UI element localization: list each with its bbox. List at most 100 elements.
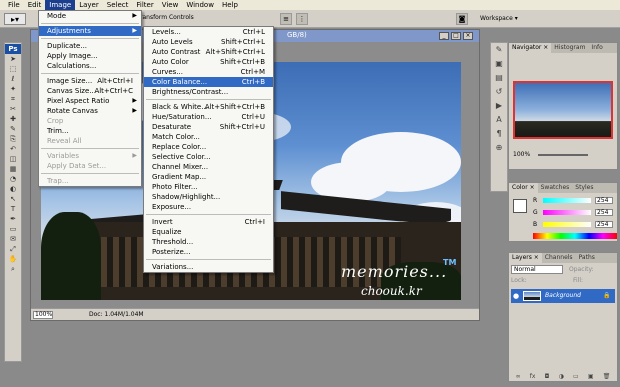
move-tool-icon[interactable]: ➤ [5, 54, 21, 64]
menu-item-replace-color[interactable]: Replace Color... [144, 142, 273, 152]
actions-icon[interactable]: ▶ [491, 99, 507, 113]
menu-item-adjustments[interactable]: Adjustments ▶ [39, 26, 141, 36]
workspace-dropdown[interactable]: Workspace ▾ [476, 13, 522, 25]
foreground-color-swatch[interactable] [513, 199, 527, 213]
history-icon[interactable]: ↺ [491, 85, 507, 99]
distribute-icon[interactable]: ⋮ [296, 13, 308, 25]
folder-icon[interactable]: ▭ [573, 373, 579, 381]
marquee-tool-icon[interactable]: ⬚ [5, 64, 21, 74]
hand-tool-icon[interactable]: ✋ [5, 254, 21, 264]
menu-image[interactable]: Image [45, 0, 76, 10]
minimize-icon[interactable]: _ [439, 32, 449, 40]
tab-histogram[interactable]: Histogram [551, 43, 588, 53]
slice-tool-icon[interactable]: ✂ [5, 104, 21, 114]
clone-source-icon[interactable]: ⊕ [491, 141, 507, 155]
menu-layer[interactable]: Layer [75, 0, 103, 10]
doc-size-info[interactable]: Doc: 1.04M/1.04M [89, 311, 144, 318]
menu-item-color-balance[interactable]: Color Balance... Ctrl+B [144, 77, 273, 87]
blur-tool-icon[interactable]: ◔ [5, 174, 21, 184]
tool-preset-picker[interactable]: ▸▾ [4, 13, 26, 25]
channel-value-field[interactable]: 254 [595, 221, 613, 228]
show-transform-controls-label[interactable]: ransform Controls [140, 14, 194, 21]
magic-wand-tool-icon[interactable]: ✦ [5, 84, 21, 94]
layer-comps-icon[interactable]: ▤ [491, 71, 507, 85]
channel-slider[interactable] [543, 210, 591, 215]
channel-slider[interactable] [543, 222, 591, 227]
menu-item-mode[interactable]: Mode ▶ [39, 11, 141, 21]
adjustment-icon[interactable]: ◑ [559, 373, 564, 381]
tool-presets-icon[interactable]: ▣ [491, 57, 507, 71]
menu-item-image-size[interactable]: Image Size... Alt+Ctrl+I [39, 76, 141, 86]
path-select-tool-icon[interactable]: ↖ [5, 194, 21, 204]
shape-tool-icon[interactable]: ▭ [5, 224, 21, 234]
type-tool-icon[interactable]: T [5, 204, 21, 214]
menu-item-auto-levels[interactable]: Auto Levels Shift+Ctrl+L [144, 37, 273, 47]
menu-item-gradient-map[interactable]: Gradient Map... [144, 172, 273, 182]
notes-tool-icon[interactable]: ✉ [5, 234, 21, 244]
brush-tool-icon[interactable]: ✎ [5, 124, 21, 134]
lasso-tool-icon[interactable]: ℓ [5, 74, 21, 84]
menu-help[interactable]: Help [218, 0, 242, 10]
menu-item-levels[interactable]: Levels... Ctrl+L [144, 27, 273, 37]
zoom-field[interactable]: 100% [33, 311, 53, 319]
fx-icon[interactable]: fx [530, 373, 536, 381]
pen-tool-icon[interactable]: ✒ [5, 214, 21, 224]
healing-tool-icon[interactable]: ✚ [5, 114, 21, 124]
tab-layers[interactable]: Layers × [509, 253, 542, 263]
menu-item-trim[interactable]: Trim... [39, 126, 141, 136]
camera-icon[interactable]: ◙ [456, 13, 468, 25]
tab-styles[interactable]: Styles [572, 183, 596, 193]
menu-item-auto-contrast[interactable]: Auto Contrast Alt+Shift+Ctrl+L [144, 47, 273, 57]
menu-item-desaturate[interactable]: Desaturate Shift+Ctrl+U [144, 122, 273, 132]
menu-select[interactable]: Select [103, 0, 133, 10]
mask-icon[interactable]: ◘ [545, 373, 550, 381]
channel-slider[interactable] [543, 198, 591, 203]
eye-icon[interactable]: ● [513, 292, 519, 300]
color-spectrum[interactable] [533, 233, 617, 239]
crop-tool-icon[interactable]: ⌗ [5, 94, 21, 104]
character-icon[interactable]: A [491, 113, 507, 127]
new-layer-icon[interactable]: ▣ [588, 373, 594, 381]
tab-channels[interactable]: Channels [542, 253, 576, 263]
menu-item-hue-saturation[interactable]: Hue/Saturation... Ctrl+U [144, 112, 273, 122]
menu-item-invert[interactable]: Invert Ctrl+I [144, 217, 273, 227]
paragraph-icon[interactable]: ¶ [491, 127, 507, 141]
align-icon[interactable]: ≡ [280, 13, 292, 25]
menu-item-match-color[interactable]: Match Color... [144, 132, 273, 142]
menu-item-brightness-contrast[interactable]: Brightness/Contrast... [144, 87, 273, 97]
channel-value-field[interactable]: 254 [595, 209, 613, 216]
menu-item-curves[interactable]: Curves... Ctrl+M [144, 67, 273, 77]
menu-item-posterize[interactable]: Posterize... [144, 247, 273, 257]
navigator-thumbnail[interactable] [513, 81, 613, 139]
menu-item-photo-filter[interactable]: Photo Filter... [144, 182, 273, 192]
menu-item-canvas-size[interactable]: Canvas Size... Alt+Ctrl+C [39, 86, 141, 96]
dodge-tool-icon[interactable]: ◐ [5, 184, 21, 194]
menu-item-pixel-aspect-ratio[interactable]: Pixel Aspect Ratio ▶ [39, 96, 141, 106]
history-brush-tool-icon[interactable]: ↶ [5, 144, 21, 154]
close-icon[interactable]: × [463, 32, 473, 40]
blend-mode-select[interactable]: Normal [511, 265, 563, 274]
menu-view[interactable]: View [158, 0, 183, 10]
tab-swatches[interactable]: Swatches [538, 183, 573, 193]
channel-value-field[interactable]: 254 [595, 197, 613, 204]
menu-item-rotate-canvas[interactable]: Rotate Canvas ▶ [39, 106, 141, 116]
menu-item-exposure[interactable]: Exposure... [144, 202, 273, 212]
brushes-icon[interactable]: ✎ [491, 43, 507, 57]
menu-file[interactable]: File [4, 0, 24, 10]
menu-item-selective-color[interactable]: Selective Color... [144, 152, 273, 162]
trash-icon[interactable]: 🗑 [603, 373, 611, 381]
stamp-tool-icon[interactable]: ⎘ [5, 134, 21, 144]
navigator-zoom-slider[interactable]: 100% [513, 151, 613, 159]
menu-item-channel-mixer[interactable]: Channel Mixer... [144, 162, 273, 172]
menu-item-auto-color[interactable]: Auto Color Shift+Ctrl+B [144, 57, 273, 67]
menu-item-black-white[interactable]: Black & White... Alt+Shift+Ctrl+B [144, 102, 273, 112]
tab-navigator[interactable]: Navigator × [509, 43, 552, 53]
layer-row-background[interactable]: ● Background 🔒 [511, 289, 615, 303]
tab-paths[interactable]: Paths [576, 253, 598, 263]
gradient-tool-icon[interactable]: ▦ [5, 164, 21, 174]
menu-item-threshold[interactable]: Threshold... [144, 237, 273, 247]
menu-item-equalize[interactable]: Equalize [144, 227, 273, 237]
menu-item-shadow-highlight[interactable]: Shadow/Highlight... [144, 192, 273, 202]
eraser-tool-icon[interactable]: ◫ [5, 154, 21, 164]
tab-color[interactable]: Color × [509, 183, 538, 193]
